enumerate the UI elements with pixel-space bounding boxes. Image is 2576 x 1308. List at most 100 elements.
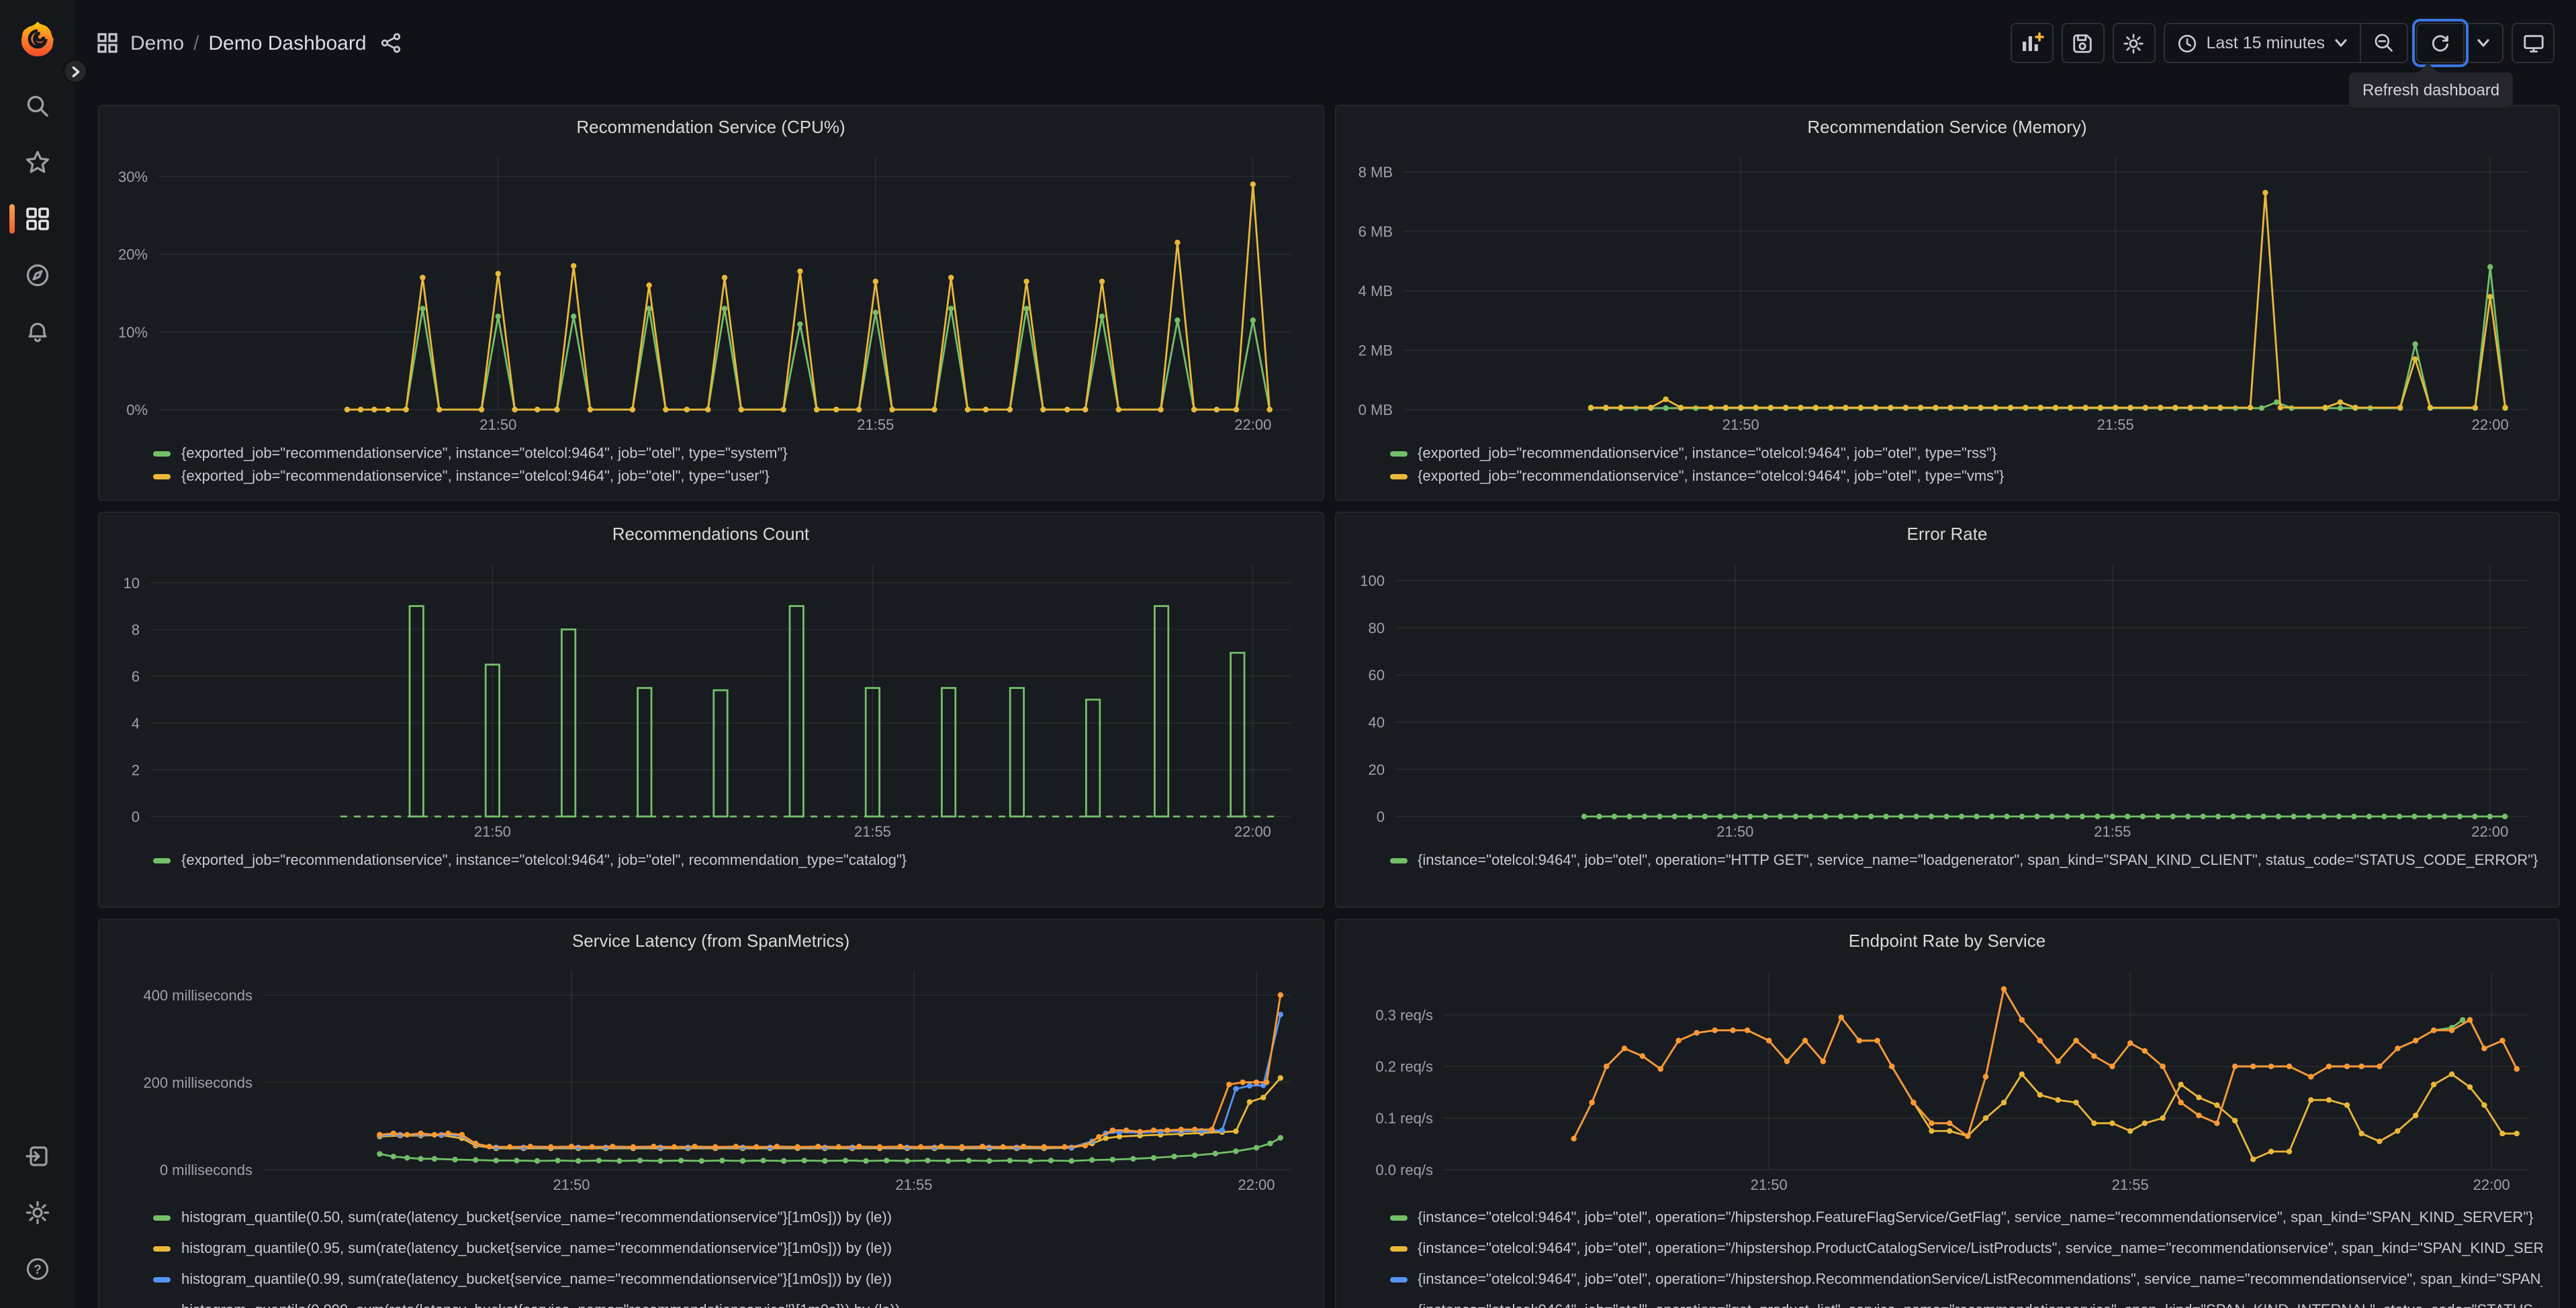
legend-swatch [1389,1276,1407,1282]
time-series-chart[interactable]: 0 milliseconds 200 milliseconds 400 millis… [113,957,1309,1197]
legend-swatch [1389,1215,1407,1220]
breadcrumb-dashboard[interactable]: Demo Dashboard [208,32,366,54]
legend-swatch [153,1276,171,1282]
legend-item[interactable]: {instance="otelcol:9464", job="otel", op… [1389,1295,2542,1308]
svg-text:0: 0 [132,808,140,825]
legend-label: {exported_job="recommendationservice", i… [1418,468,2005,484]
legend-item[interactable]: histogram_quantile(0.50, sum(rate(latenc… [153,1202,1306,1233]
svg-text:4 MB: 4 MB [1358,283,1392,299]
main-area: Demo / Demo Dashboard Last 15 minutes Re… [75,0,2576,1308]
chart-legend: {exported_job="recommendationservice", i… [113,436,1309,487]
sidebar-item-configuration[interactable] [0,1184,75,1241]
time-series-chart[interactable]: 0.0 req/s 0.1 req/s 0.2 req/s 0.3 req/s 21:5… [1349,957,2545,1197]
active-indicator [9,204,15,234]
svg-text:0 MB: 0 MB [1358,402,1392,418]
time-series-chart[interactable]: 0% 10% 20% 30% 21:50 21:55 22:00 [113,144,1309,436]
legend-item[interactable]: {instance="otelcol:9464", job="otel", op… [1389,1202,2542,1233]
sign-in-icon [26,1146,48,1166]
share-icon [381,33,400,53]
svg-text:0.3 req/s: 0.3 req/s [1375,1007,1432,1023]
legend-item[interactable]: histogram_quantile(0.99, sum(rate(latenc… [153,1264,1306,1295]
panel-endpoint-rate: Endpoint Rate by Service 0.0 req/s 0.1 re… [1334,919,2560,1308]
panel-title[interactable]: Recommendation Service (CPU%) [113,114,1309,144]
dashboard-settings-button[interactable] [2112,23,2156,63]
sidebar-bottom-group: ? [0,1128,75,1308]
sidebar-item-explore[interactable] [0,247,75,303]
sidebar-item-starred[interactable] [0,134,75,191]
sidebar-item-sign-in[interactable] [0,1128,75,1184]
sidebar-item-help[interactable]: ? [0,1241,75,1297]
legend-item[interactable]: {instance="otelcol:9464", job="otel", op… [1389,849,2542,872]
sidebar-item-dashboards[interactable] [0,191,75,247]
refresh-interval-dropdown[interactable] [2463,24,2502,62]
apps-grid-icon [97,32,118,54]
svg-text:21:50: 21:50 [1750,1176,1787,1193]
time-controls-group: Last 15 minutes [2163,23,2408,63]
grafana-logo[interactable] [17,19,58,59]
svg-text:22:00: 22:00 [1234,823,1271,840]
cycle-view-mode-button[interactable] [2512,23,2555,63]
panel-recommendation-cpu: Recommendation Service (CPU%) 0% 10% 20% 30… [98,105,1324,501]
svg-text:21:50: 21:50 [1722,416,1759,433]
panel-title[interactable]: Recommendations Count [113,521,1309,551]
time-range-picker[interactable]: Last 15 minutes [2165,24,2360,62]
legend-label: {exported_job="recommendationservice", i… [181,852,907,868]
panel-title[interactable]: Recommendation Service (Memory) [1349,114,2545,144]
legend-swatch [153,473,171,479]
svg-text:40: 40 [1368,714,1384,731]
star-icon [26,150,50,173]
legend-item[interactable]: {exported_job="recommendationservice", i… [1389,442,2542,465]
panel-recommendations-count: Recommendations Count 0 2 4 6 8 10 21:50 21:55 2… [98,512,1324,908]
chart-legend: histogram_quantile(0.50, sum(rate(latenc… [113,1197,1309,1308]
legend-item[interactable]: histogram_quantile(0.95, sum(rate(latenc… [153,1233,1306,1264]
legend-item[interactable]: {exported_job="recommendationservice", i… [153,465,1306,487]
panel-recommendation-memory: Recommendation Service (Memory) 0 MB 2 MB… [1334,105,2560,501]
legend-item[interactable]: {instance="otelcol:9464", job="otel", op… [1389,1233,2542,1264]
page-header: Demo / Demo Dashboard Last 15 minutes [75,0,2576,86]
sidebar-expand-button[interactable] [63,59,87,83]
legend-swatch [1389,451,1407,456]
add-panel-button[interactable] [2010,23,2054,63]
svg-text:6 MB: 6 MB [1358,224,1392,240]
svg-text:8: 8 [132,621,140,638]
compass-icon [26,264,49,287]
svg-text:10%: 10% [118,324,148,340]
save-icon [2073,34,2092,52]
breadcrumb-folder[interactable]: Demo [130,32,184,54]
refresh-button[interactable] [2412,19,2469,67]
zoom-out-button[interactable] [2360,24,2407,62]
legend-swatch [153,1246,171,1251]
legend-label: {instance="otelcol:9464", job="otel", op… [1418,1240,2542,1256]
sidebar-item-search[interactable] [0,78,75,134]
time-series-chart[interactable]: 0 20 40 60 80 100 21:50 21:55 22:00 [1349,551,2545,843]
save-dashboard-button[interactable] [2061,23,2105,63]
panel-error-rate: Error Rate 0 20 40 60 80 100 21:50 21:55 22:00 {… [1334,512,2560,908]
svg-text:60: 60 [1368,667,1384,684]
svg-text:0.2 req/s: 0.2 req/s [1375,1058,1432,1075]
svg-text:21:55: 21:55 [854,823,891,840]
svg-text:21:55: 21:55 [895,1176,932,1193]
legend-item[interactable]: {instance="otelcol:9464", job="otel", op… [1389,1264,2542,1295]
panel-title[interactable]: Endpoint Rate by Service [1349,928,2545,957]
time-series-chart[interactable]: 0 MB 2 MB 4 MB 6 MB 8 MB 21:50 21:55 22:00 [1349,144,2545,436]
bar-chart[interactable]: 0 2 4 6 8 10 21:50 21:55 22:00 [113,551,1309,843]
legend-swatch [153,857,171,863]
legend-item[interactable]: histogram_quantile(0.999, sum(rate(laten… [153,1295,1306,1308]
panel-title[interactable]: Service Latency (from SpanMetrics) [113,928,1309,957]
legend-item[interactable]: {exported_job="recommendationservice", i… [153,442,1306,465]
gear-icon [26,1201,50,1225]
legend-item[interactable]: {exported_job="recommendationservice", i… [153,849,1306,872]
chevron-down-icon [2335,39,2347,47]
legend-label: histogram_quantile(0.95, sum(rate(latenc… [181,1240,892,1256]
sidebar-item-alerting[interactable] [0,303,75,360]
chevron-down-icon [2477,39,2489,47]
monitor-icon [2523,34,2543,52]
share-button[interactable] [380,32,402,54]
legend-swatch [1389,857,1407,863]
svg-text:22:00: 22:00 [1234,416,1271,433]
clock-icon [2178,34,2196,52]
legend-swatch [1389,473,1407,479]
dashboard-toolbar: Last 15 minutes [2010,19,2555,67]
panel-title[interactable]: Error Rate [1349,521,2545,551]
legend-item[interactable]: {exported_job="recommendationservice", i… [1389,465,2542,487]
